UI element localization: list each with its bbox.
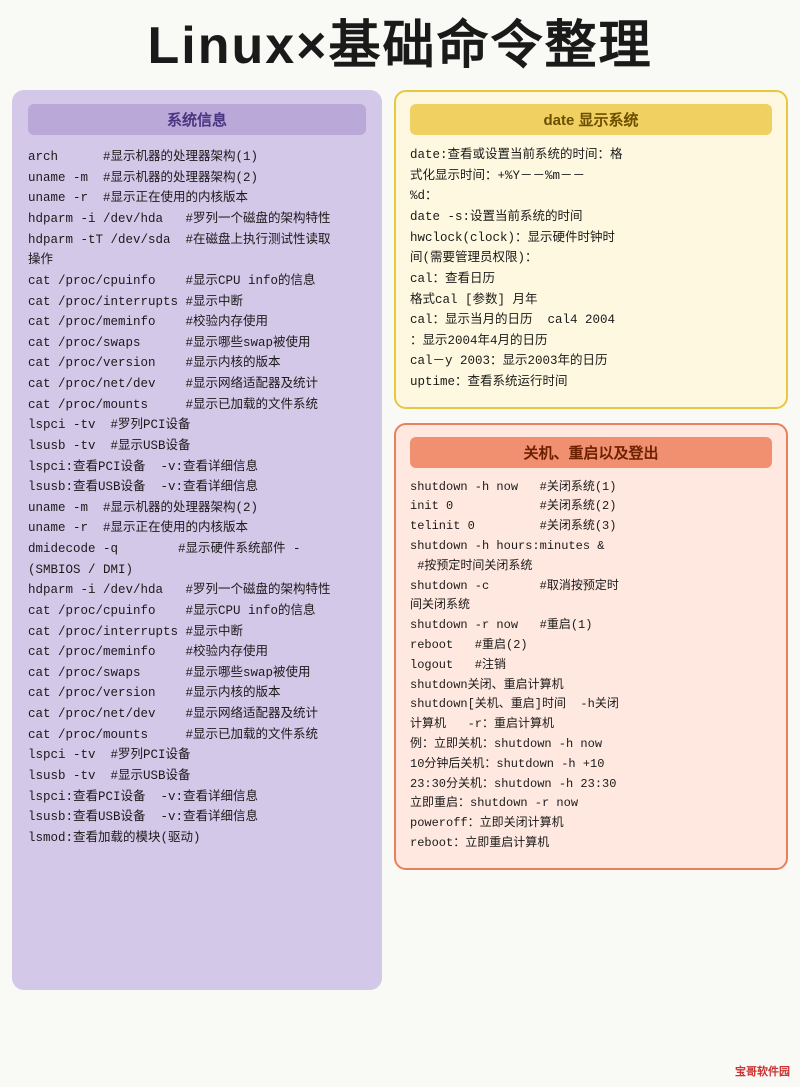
shutdown-content: shutdown -h now #关闭系统(1) init 0 #关闭系统(2)… <box>410 478 772 854</box>
left-panel-title: 系统信息 <box>28 104 366 135</box>
content-area: 系统信息 arch #显示机器的处理器架构(1) uname -m #显示机器的… <box>0 90 800 990</box>
date-content: date:查看或设置当前系统的时间：格 式化显示时间：+%Y－－%m－－ %d：… <box>410 145 772 393</box>
left-panel-content: arch #显示机器的处理器架构(1) uname -m #显示机器的处理器架构… <box>28 147 366 848</box>
title-section: Linux×基础命令整理 <box>0 0 800 90</box>
shutdown-title: 关机、重启以及登出 <box>410 437 772 468</box>
left-panel: 系统信息 arch #显示机器的处理器架构(1) uname -m #显示机器的… <box>12 90 382 990</box>
date-section: date 显示系统 date:查看或设置当前系统的时间：格 式化显示时间：+%Y… <box>394 90 788 409</box>
shutdown-section: 关机、重启以及登出 shutdown -h now #关闭系统(1) init … <box>394 423 788 870</box>
watermark: 宝哥软件园 <box>735 1063 790 1079</box>
right-panel: date 显示系统 date:查看或设置当前系统的时间：格 式化显示时间：+%Y… <box>394 90 788 870</box>
date-title: date 显示系统 <box>410 104 772 135</box>
page-wrapper: Linux×基础命令整理 系统信息 arch #显示机器的处理器架构(1) un… <box>0 0 800 1087</box>
main-title: Linux×基础命令整理 <box>20 18 780 75</box>
